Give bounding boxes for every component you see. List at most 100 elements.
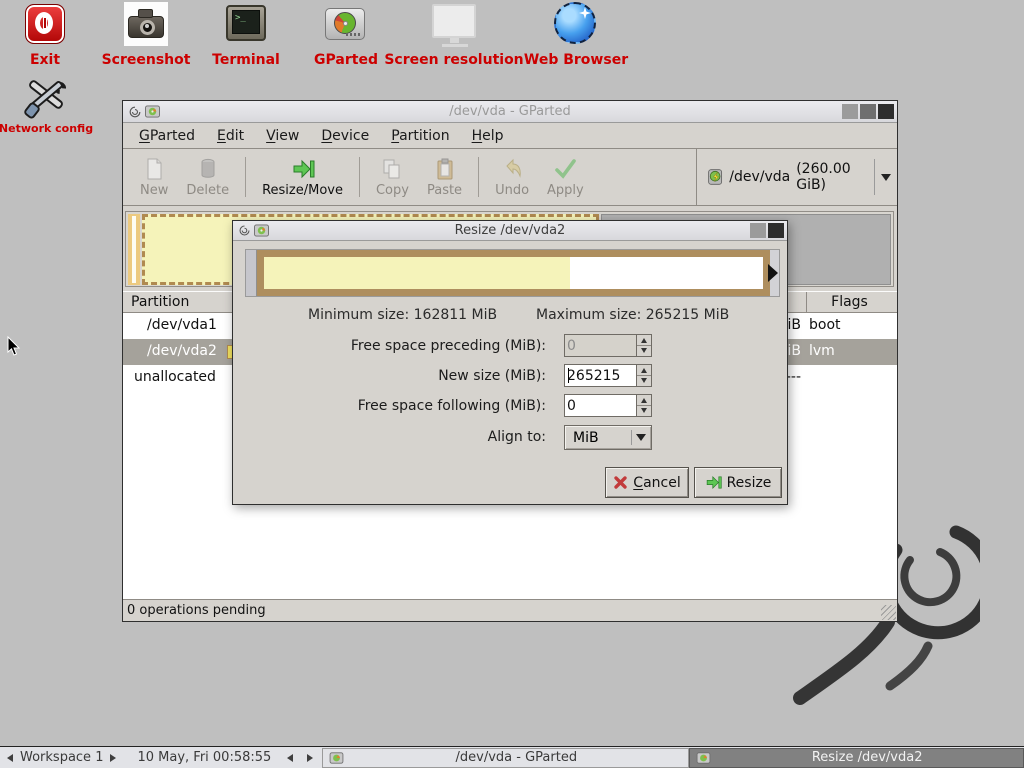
desktop-icon-gparted[interactable] [325,8,365,40]
desktop-label-terminal[interactable]: Terminal [212,52,280,68]
workspace-next-arrow[interactable] [110,754,116,762]
toolbar-separator [359,157,360,197]
spin-down-button[interactable] [637,405,651,416]
task-prev-arrow[interactable] [287,754,293,762]
desktop-icon-exit[interactable] [25,4,65,44]
menu-view[interactable]: View [255,125,310,147]
apply-check-icon [553,157,577,181]
desktop-icon-web-browser[interactable] [554,2,596,44]
camera-icon [124,2,168,46]
align-to-label: Align to: [293,429,546,445]
device-size: (260.00 GiB) [796,161,868,193]
desktop-label-web-browser[interactable]: Web Browser [524,52,628,68]
combo-divider [631,430,632,445]
spin-down-button[interactable] [637,375,651,386]
spin-up-button[interactable] [637,395,651,405]
cell-partition: /dev/vda2 [147,343,217,359]
desktop-icon-screenshot[interactable] [124,2,168,46]
free-space-following-spinner[interactable] [564,394,652,417]
terminal-icon: >_ [226,5,266,41]
main-titlebar[interactable]: /dev/vda - GParted [123,101,897,123]
partition-segment-vda1[interactable] [128,214,140,285]
resize-right-handle[interactable] [768,264,778,282]
desktop-label-gparted[interactable]: GParted [314,52,378,68]
monitor-icon [432,4,476,38]
new-size-input[interactable] [565,365,636,386]
desktop-label-network-config[interactable]: Network config [0,122,93,135]
new-button: New [131,149,177,205]
cell-flags: lvm [809,343,835,359]
tools-icon [22,74,72,120]
toolbar: New Delete Resize/Move Copy Paste Undo A… [123,149,897,206]
dialog-titlebar[interactable]: Resize /dev/vda2 [233,221,787,241]
spin-down-button [637,345,651,356]
desktop-icon-terminal[interactable]: >_ [226,5,266,41]
used-space-fill [264,257,570,289]
workspace-prev-arrow[interactable] [7,754,13,762]
cancel-x-icon [613,475,628,490]
resize-partition-frame[interactable] [257,250,770,296]
status-bar: 0 operations pending [123,599,897,621]
column-header-flags: Flags [806,292,892,312]
minimize-button[interactable] [842,104,858,119]
menubar: GParted Edit View Device Partition Help [123,123,897,149]
device-path: /dev/vda [729,169,790,185]
spin-up-button [637,335,651,345]
clock: 10 May, Fri 00:58:55 [137,750,271,765]
desktop-label-screen-resolution[interactable]: Screen resolution [384,52,523,68]
menu-gparted[interactable]: GParted [128,125,206,147]
maximum-size-label: Maximum size: 265215 MiB [536,307,729,323]
resize-arrow-icon [705,474,722,491]
gparted-drive-icon [325,8,365,40]
taskbar-task-resize-dialog[interactable]: Resize /dev/vda2 [689,748,1024,768]
desktop-label-exit[interactable]: Exit [30,52,60,68]
device-selector[interactable]: /dev/vda (260.00 GiB) [696,149,897,205]
menu-device[interactable]: Device [310,125,380,147]
toolbar-separator [478,157,479,197]
globe-icon [554,2,596,44]
cell-flags: boot [809,317,841,333]
new-partition-icon [142,157,166,181]
resize-left-handle[interactable] [246,250,257,296]
toolbar-separator [245,157,246,197]
menu-help[interactable]: Help [461,125,515,147]
copy-icon [380,157,404,181]
resize-move-icon [291,157,315,181]
maximize-button[interactable] [750,223,766,238]
close-button[interactable] [768,223,784,238]
desktop-icon-network-config[interactable] [22,74,72,120]
menu-partition[interactable]: Partition [380,125,460,147]
align-to-dropdown[interactable]: MiB [564,425,652,450]
free-space-following-label: Free space following (MiB): [293,398,546,414]
menu-edit[interactable]: Edit [206,125,255,147]
resize-button[interactable]: Resize [694,467,782,498]
chevron-down-icon [636,434,646,441]
task-label: /dev/vda - GParted [350,750,682,765]
pending-operations-text: 0 operations pending [127,603,266,618]
mouse-cursor [7,336,21,357]
cancel-button[interactable]: Cancel [605,467,689,498]
desktop-label-screenshot[interactable]: Screenshot [102,52,191,68]
resize-slider-widget[interactable] [245,249,780,297]
resize-move-button[interactable]: Resize/Move [253,149,352,205]
taskbar-task-gparted[interactable]: /dev/vda - GParted [322,748,689,768]
delete-button: Delete [177,149,238,205]
maximize-button[interactable] [860,104,876,119]
free-space-following-input[interactable] [565,395,636,416]
task-next-arrow[interactable] [307,754,313,762]
spin-up-button[interactable] [637,365,651,375]
new-size-spinner[interactable] [564,364,652,387]
new-size-label: New size (MiB): [293,368,546,384]
close-button[interactable] [878,104,894,119]
undo-button: Undo [486,149,538,205]
copy-button: Copy [367,149,418,205]
minimum-size-label: Minimum size: 162811 MiB [308,307,497,323]
free-space-preceding-label: Free space preceding (MiB): [293,338,546,354]
workspace-label: Workspace 1 [20,750,103,765]
column-header-partition: Partition [131,294,189,310]
exit-icon [25,4,65,44]
resize-grip[interactable] [881,605,896,620]
apply-button: Apply [538,149,593,205]
desktop-icon-screen-resolution[interactable] [432,4,476,38]
paste-icon [433,157,457,181]
